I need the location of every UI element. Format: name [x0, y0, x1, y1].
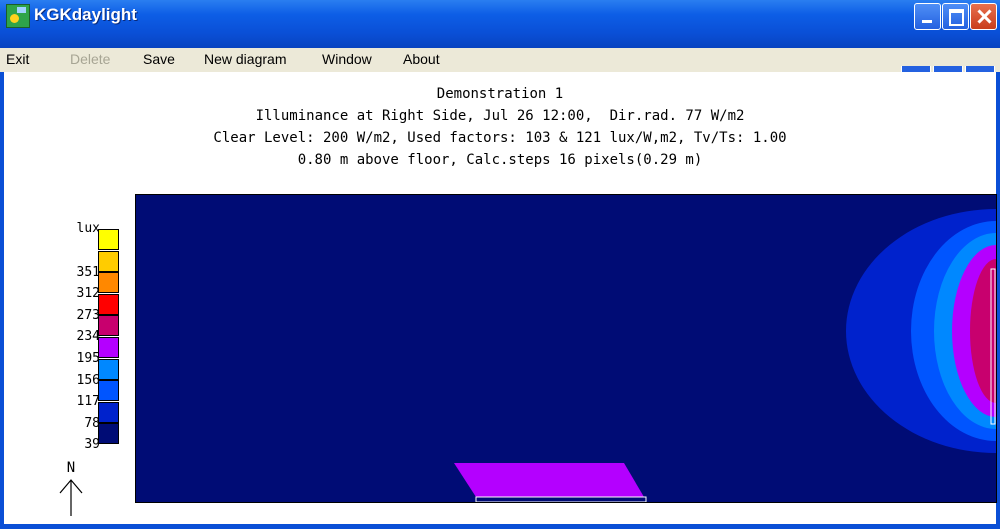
legend-swatch — [98, 272, 119, 294]
legend-label: 117 — [76, 394, 100, 410]
north-label: N — [67, 460, 75, 476]
legend-label: 234 — [76, 329, 100, 345]
floor-sun-patch — [454, 463, 644, 497]
legend-label: 78 — [84, 415, 100, 431]
menu-about[interactable]: About — [403, 51, 440, 67]
minimize-button[interactable] — [914, 3, 941, 30]
legend-swatch — [98, 315, 119, 337]
legend-swatch — [98, 293, 119, 315]
menu-bar: Exit Delete Save New diagram Window Abou… — [0, 48, 1000, 72]
menu-delete[interactable]: Delete — [70, 51, 110, 67]
app-icon[interactable] — [6, 4, 30, 28]
title-bar[interactable]: KGKdaylight — [0, 0, 1000, 48]
legend-swatch — [98, 229, 119, 250]
menu-save[interactable]: Save — [143, 51, 175, 67]
north-arrow-icon: N — [59, 460, 83, 516]
menu-window[interactable]: Window — [322, 51, 372, 67]
legend-label: 195 — [76, 351, 100, 366]
legend-swatch — [98, 337, 119, 358]
legend-label: 312 — [76, 286, 100, 302]
legend-swatch — [98, 250, 119, 272]
menu-exit[interactable]: Exit — [6, 51, 29, 67]
illuminance-plot[interactable] — [135, 194, 997, 503]
legend-swatch — [98, 380, 119, 402]
diagram-title: Demonstration 1 — [436, 86, 564, 102]
diagram-subtitle-factors: Clear Level: 200 W/m2, Used factors: 103… — [213, 130, 787, 146]
legend-unit: lux — [76, 221, 100, 236]
legend-swatch — [98, 401, 119, 423]
legend-swatch — [98, 358, 119, 380]
diagram-subtitle-time: Illuminance at Right Side, Jul 26 12:00,… — [255, 108, 745, 124]
diagram-subtitle-height: 0.80 m above floor, Calc.steps 16 pixels… — [297, 152, 703, 168]
menu-new-diagram[interactable]: New diagram — [204, 51, 286, 67]
diagram-window: Demonstration 1 Illuminance at Right Sid… — [4, 72, 997, 524]
legend-label: 156 — [76, 372, 100, 388]
bottom-window-outline — [475, 496, 647, 502]
app-window: KGKdaylight Exit Delete Save New diagram… — [0, 0, 1000, 529]
close-button[interactable] — [970, 3, 997, 30]
legend-swatch — [98, 423, 119, 445]
legend-label: 273 — [76, 307, 100, 323]
maximize-button[interactable] — [942, 3, 969, 30]
window-title: KGKdaylight — [34, 5, 137, 24]
legend-label: 351 — [76, 264, 100, 280]
legend-label: 39 — [84, 437, 100, 453]
